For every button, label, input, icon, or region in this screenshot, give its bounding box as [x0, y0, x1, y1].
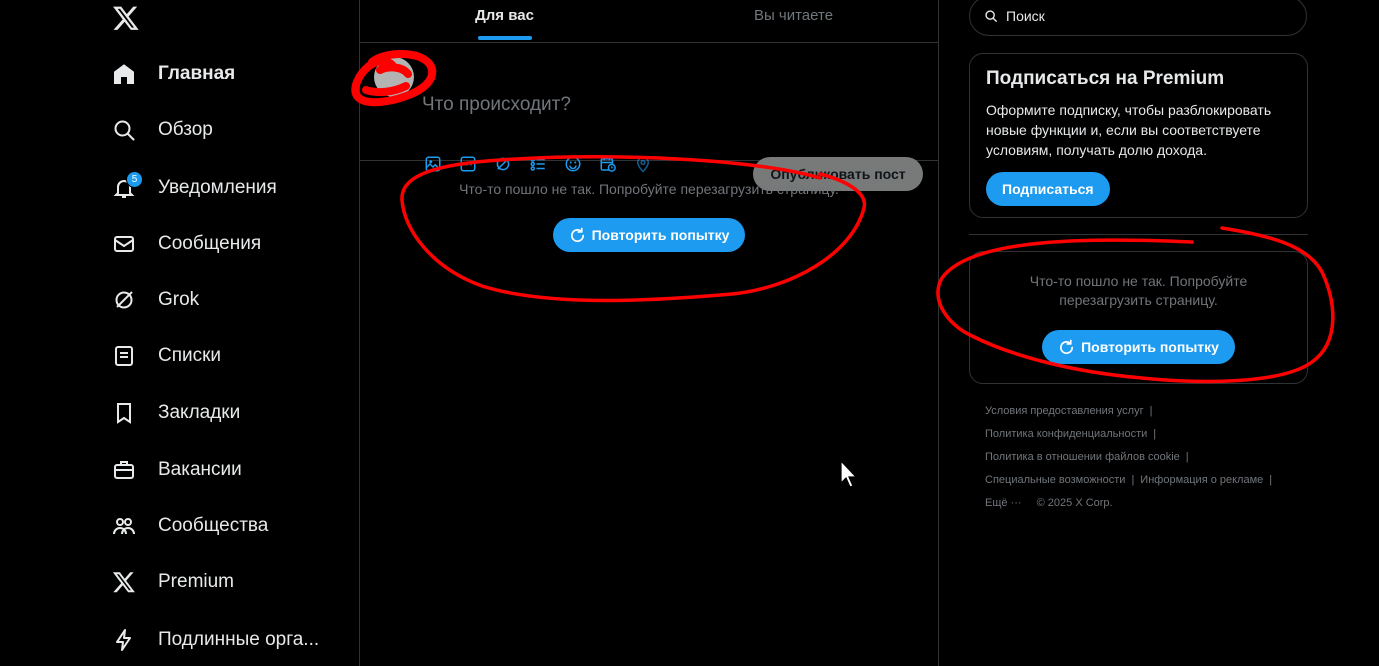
search-box[interactable] — [969, 0, 1307, 36]
divider — [969, 234, 1308, 235]
nav-item-notifications[interactable]: 5 Уведомления — [110, 168, 277, 208]
media-icon[interactable] — [424, 149, 459, 179]
footer-link-more[interactable]: Ещё ··· — [985, 497, 1022, 509]
nav-item-communities[interactable]: Сообщества — [110, 506, 268, 546]
footer-link-cookies[interactable]: Политика в отношении файлов cookie — [985, 451, 1180, 463]
retry-label: Повторить попытку — [591, 227, 730, 243]
footer-link-privacy[interactable]: Политика конфиденциальности — [985, 428, 1147, 440]
left-navigation: Главная Обзор 5 Уведомления Сообщения Gr… — [0, 0, 359, 666]
nav-item-bookmarks[interactable]: Закладки — [110, 393, 240, 433]
mouse-cursor-icon — [840, 460, 858, 488]
retry-button[interactable]: Повторить попытку — [552, 218, 746, 252]
schedule-icon[interactable] — [599, 149, 634, 179]
nav-item-label: Обзор — [158, 119, 213, 140]
lightning-icon — [110, 626, 138, 654]
home-icon — [110, 60, 138, 88]
timeline-tabs: Для вас Вы читаете — [360, 0, 938, 43]
footer-links: Условия предоставления услуг | Политика к… — [985, 400, 1305, 515]
search-icon — [985, 10, 997, 22]
nav-item-lists[interactable]: Списки — [110, 336, 221, 376]
gif-icon[interactable] — [459, 149, 494, 179]
grok-icon — [110, 286, 138, 314]
x-logo-icon — [110, 568, 138, 596]
compose-toolbar — [424, 149, 669, 179]
separator: | — [1149, 405, 1153, 417]
notification-badge: 5 — [126, 171, 143, 188]
tab-label: Для вас — [475, 7, 534, 24]
tab-following[interactable]: Вы читаете — [649, 0, 938, 42]
active-tab-indicator — [477, 36, 532, 40]
retry-container: Повторить попытку — [360, 218, 938, 252]
nav-item-label: Закладки — [158, 402, 241, 423]
premium-title: Подписаться на Premium — [986, 68, 1225, 89]
premium-card: Подписаться на Premium Оформите подписку… — [969, 53, 1308, 218]
separator: | — [1185, 451, 1189, 463]
separator: | — [1269, 474, 1273, 486]
bookmark-icon — [110, 399, 138, 427]
nav-item-label: Уведомления — [158, 177, 277, 198]
bell-icon: 5 — [110, 171, 143, 202]
search-input[interactable] — [1004, 7, 1288, 25]
nav-item-messages[interactable]: Сообщения — [110, 224, 261, 264]
nav-item-label: Главная — [158, 63, 236, 84]
people-icon — [110, 512, 138, 540]
nav-item-label: Grok — [158, 289, 200, 310]
copyright: © 2025 X Corp. — [1036, 497, 1113, 509]
subscribe-button[interactable]: Подписаться — [986, 172, 1110, 206]
nav-item-label: Списки — [158, 345, 222, 366]
search-icon — [110, 116, 138, 144]
nav-item-explore[interactable]: Обзор — [110, 110, 213, 150]
briefcase-icon — [110, 456, 138, 484]
poll-icon[interactable] — [529, 149, 564, 179]
tab-for-you[interactable]: Для вас — [360, 0, 649, 42]
nav-item-verified-orgs[interactable]: Подлинные орга... — [110, 620, 319, 660]
x-logo-icon[interactable] — [112, 4, 140, 32]
error-message: Что-то пошло не так. Попробуйте перезагр… — [459, 181, 839, 197]
nav-item-jobs[interactable]: Вакансии — [110, 450, 242, 490]
nav-item-premium[interactable]: Premium — [110, 562, 234, 602]
nav-item-label: Вакансии — [158, 459, 242, 480]
premium-description: Оформите подписку, чтобы разблокировать … — [986, 102, 1272, 158]
separator: | — [1153, 428, 1157, 440]
avatar[interactable] — [374, 57, 414, 97]
nav-item-grok[interactable]: Grok — [110, 280, 199, 320]
nav-item-home[interactable]: Главная — [110, 54, 235, 94]
timeline-column: Для вас Вы читаете Что происходит? Опубл… — [359, 0, 939, 666]
nav-item-label: Сообщения — [158, 233, 262, 254]
footer-link-terms[interactable]: Условия предоставления услуг — [985, 405, 1144, 417]
trends-error-card: Что-то пошло не так. Попробуйте перезагр… — [969, 251, 1308, 384]
location-icon[interactable] — [634, 149, 669, 179]
retry-label: Повторить попытку — [1081, 339, 1219, 355]
retry-button[interactable]: Повторить попытку — [1042, 330, 1235, 364]
compose-input[interactable] — [420, 93, 844, 117]
grok-icon[interactable] — [494, 149, 529, 179]
nav-item-label: Сообщества — [158, 515, 269, 536]
compose-box: Опубликовать пост — [360, 43, 938, 191]
separator: | — [1131, 474, 1135, 486]
error-message: Что-то пошло не так. Попробуйте перезагр… — [1029, 273, 1248, 308]
tab-label: Вы читаете — [753, 7, 834, 24]
footer-link-accessibility[interactable]: Специальные возможности — [985, 474, 1125, 486]
list-icon — [110, 342, 138, 370]
refresh-icon — [1060, 339, 1074, 354]
nav-item-label: Подлинные орга... — [158, 629, 320, 650]
emoji-icon[interactable] — [564, 149, 599, 179]
refresh-icon — [570, 227, 584, 242]
footer-link-ads-info[interactable]: Информация о рекламе — [1140, 474, 1263, 486]
envelope-icon — [110, 230, 138, 258]
nav-item-label: Premium — [158, 571, 235, 592]
